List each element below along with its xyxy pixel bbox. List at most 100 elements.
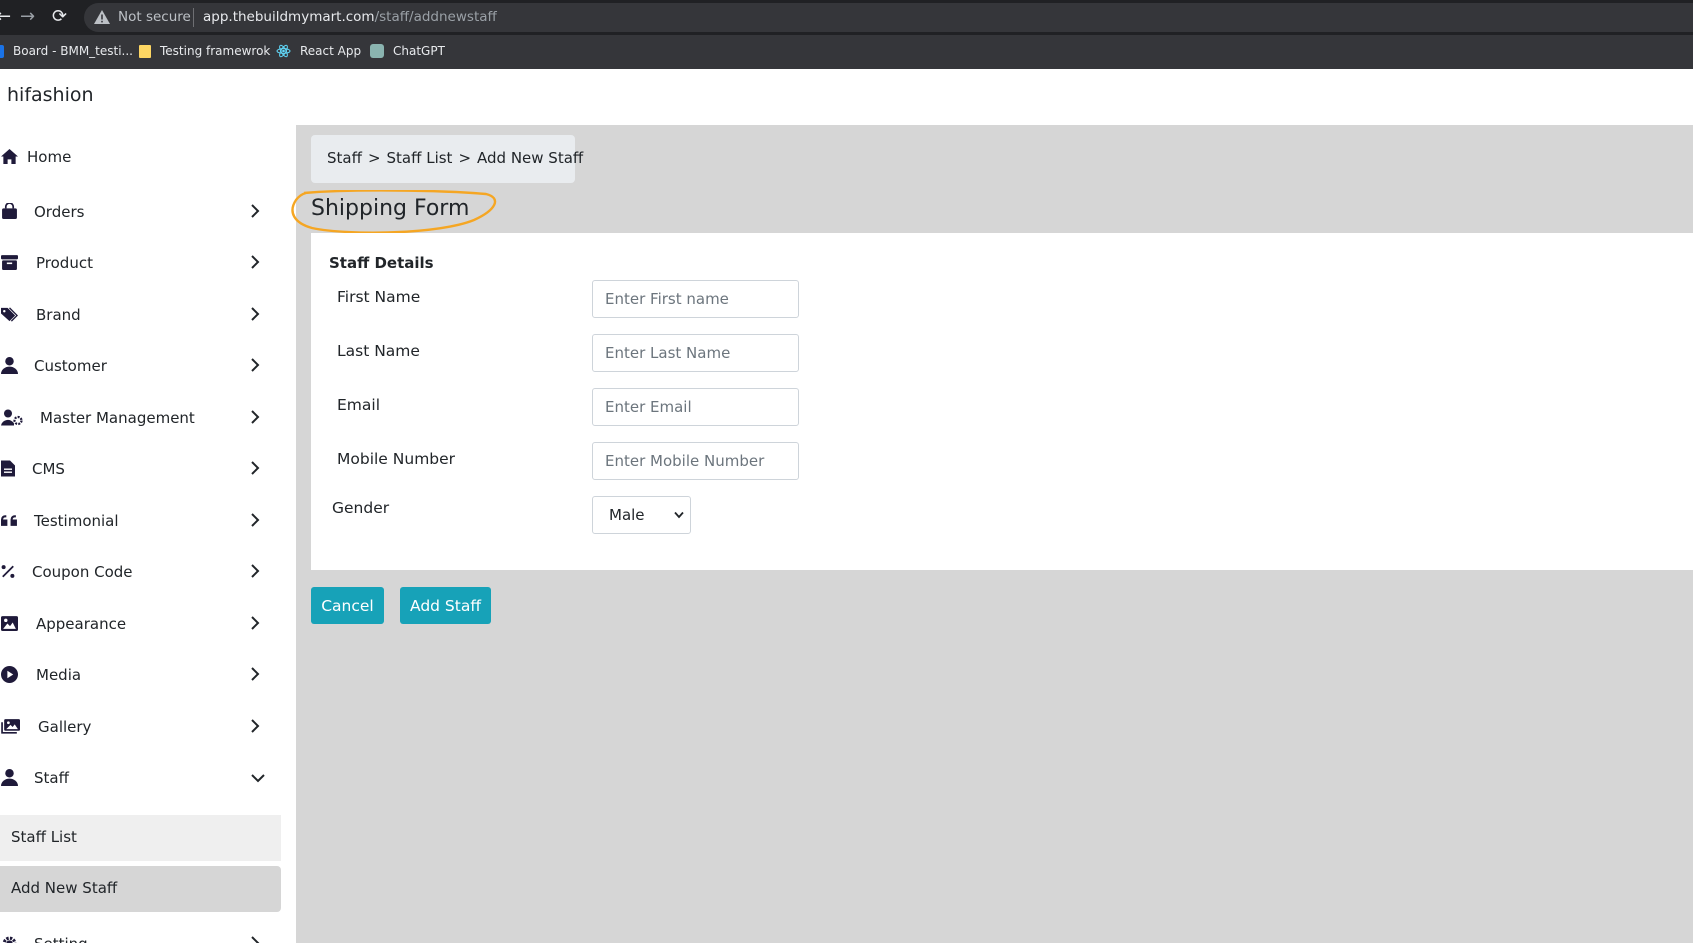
sidebar-item-label: Brand	[36, 306, 81, 324]
sidebar-item-label: Appearance	[36, 615, 127, 633]
brand-name[interactable]: hifashion	[7, 84, 94, 106]
bookmark-testing-framework[interactable]: Testing framewrok	[139, 44, 270, 58]
file-icon	[1, 460, 15, 477]
gender-label: Gender	[332, 499, 390, 517]
trello-icon	[0, 44, 4, 58]
email-label: Email	[337, 396, 381, 414]
chevron-down-icon	[251, 774, 265, 783]
chevron-right-icon	[251, 358, 260, 372]
email-input[interactable]	[592, 388, 799, 426]
last-name-input[interactable]	[592, 334, 799, 372]
sidebar-item-label: Media	[36, 666, 82, 684]
breadcrumb: Staff > Staff List > Add New Staff	[311, 135, 583, 183]
sidebar-subitem-label: Add New Staff	[11, 879, 118, 897]
forward-arrow-icon[interactable]: →	[20, 6, 35, 28]
staff-form-card	[311, 233, 1693, 570]
sidebar-item-appearance[interactable]: Appearance	[0, 601, 280, 647]
sidebar-subitem-label: Staff List	[11, 828, 77, 846]
warning-triangle-icon[interactable]	[94, 10, 110, 24]
sidebar-item-master-management[interactable]: Master Management	[0, 395, 280, 441]
chevron-right-icon	[251, 936, 260, 943]
sidebar-subitem-add-new-staff[interactable]: Add New Staff	[0, 866, 281, 912]
user-icon	[1, 769, 18, 786]
chatgpt-icon	[370, 44, 384, 58]
user-gear-icon	[1, 409, 23, 426]
last-name-label: Last Name	[337, 342, 420, 360]
folder-icon	[139, 44, 151, 58]
sidebar-item-label: Customer	[34, 357, 107, 375]
breadcrumb-separator: >	[458, 149, 472, 167]
first-name-input[interactable]	[592, 280, 799, 318]
security-status-text: Not secure	[118, 9, 191, 25]
quote-icon	[1, 515, 17, 526]
url-divider	[193, 8, 194, 27]
sidebar: Home Orders Product Brand Customer Maste…	[0, 125, 296, 943]
shopping-bag-icon	[2, 203, 17, 219]
bookmark-label: Testing framewrok	[160, 44, 271, 58]
chevron-down-icon	[674, 511, 684, 519]
cancel-button[interactable]: Cancel	[311, 587, 384, 624]
first-name-label: First Name	[337, 288, 421, 306]
sidebar-item-product[interactable]: Product	[0, 240, 280, 286]
add-staff-button[interactable]: Add Staff	[400, 587, 491, 624]
sidebar-item-staff[interactable]: Staff	[0, 755, 280, 801]
sidebar-item-orders[interactable]: Orders	[0, 189, 280, 235]
bookmark-label: Board - BMM_testi...	[13, 44, 133, 58]
sidebar-item-media[interactable]: Media	[0, 652, 280, 698]
percent-icon	[1, 565, 15, 578]
url-text[interactable]: app.thebuildmymart.com/staff/addnewstaff	[203, 9, 497, 25]
bookmark-board[interactable]: Board - BMM_testi...	[0, 44, 133, 58]
back-arrow-icon[interactable]: ←	[0, 6, 11, 28]
gender-select[interactable]: Male	[592, 496, 691, 534]
sidebar-item-label: CMS	[32, 460, 65, 478]
gender-selected-value: Male	[609, 506, 645, 524]
user-icon	[1, 357, 18, 374]
url-path: /staff/addnewstaff	[374, 9, 497, 25]
app-header: hifashion	[0, 69, 1693, 125]
breadcrumb-separator: >	[367, 149, 381, 167]
sidebar-subitem-staff-list[interactable]: Staff List	[0, 815, 281, 861]
bookmark-react-app[interactable]: React App	[276, 44, 361, 58]
browser-address-bar: ← → ⟳ Not secure app.thebuildmymart.com/…	[0, 0, 1693, 35]
sidebar-item-customer[interactable]: Customer	[0, 343, 280, 389]
chevron-right-icon	[251, 307, 260, 321]
breadcrumb-item-add-new-staff: Add New Staff	[477, 149, 584, 167]
sidebar-item-gallery[interactable]: Gallery	[0, 704, 280, 750]
breadcrumb-item-staff[interactable]: Staff	[327, 149, 362, 167]
chevron-right-icon	[251, 204, 260, 218]
play-circle-icon	[1, 666, 18, 683]
chevron-right-icon	[251, 513, 260, 527]
mobile-number-label: Mobile Number	[337, 450, 456, 468]
breadcrumb-item-staff-list[interactable]: Staff List	[387, 149, 453, 167]
sidebar-item-coupon-code[interactable]: Coupon Code	[0, 549, 280, 595]
sidebar-item-label: Home	[27, 148, 72, 166]
chevron-right-icon	[251, 616, 260, 630]
sidebar-item-home[interactable]: Home	[0, 134, 280, 180]
tags-icon	[1, 307, 18, 322]
sidebar-item-label: Gallery	[38, 718, 92, 736]
sidebar-item-cms[interactable]: CMS	[0, 446, 280, 492]
sidebar-item-label: Orders	[34, 203, 85, 221]
reload-icon[interactable]: ⟳	[52, 6, 67, 28]
chevron-right-icon	[251, 719, 260, 733]
bookmark-chatgpt[interactable]: ChatGPT	[370, 44, 445, 58]
gear-icon	[2, 936, 17, 943]
sidebar-item-label: Product	[36, 254, 93, 272]
bookmark-label: React App	[300, 44, 362, 58]
sidebar-item-label: Staff	[34, 769, 69, 787]
sidebar-item-label: Master Management	[40, 409, 195, 427]
sidebar-item-brand[interactable]: Brand	[0, 292, 280, 338]
react-icon	[276, 44, 291, 58]
chevron-right-icon	[251, 461, 260, 475]
chevron-right-icon	[251, 410, 260, 424]
sidebar-item-testimonial[interactable]: Testimonial	[0, 498, 280, 544]
home-icon	[1, 148, 18, 165]
archive-icon	[1, 255, 18, 270]
bookmarks-bar: Board - BMM_testi... Testing framewrok R…	[0, 35, 1693, 69]
bookmark-label: ChatGPT	[393, 44, 445, 58]
images-icon	[1, 719, 20, 734]
section-title: Staff Details	[329, 254, 434, 272]
sidebar-item-label: Coupon Code	[32, 563, 133, 581]
mobile-number-input[interactable]	[592, 442, 799, 480]
sidebar-item-setting[interactable]: Setting	[0, 916, 280, 943]
